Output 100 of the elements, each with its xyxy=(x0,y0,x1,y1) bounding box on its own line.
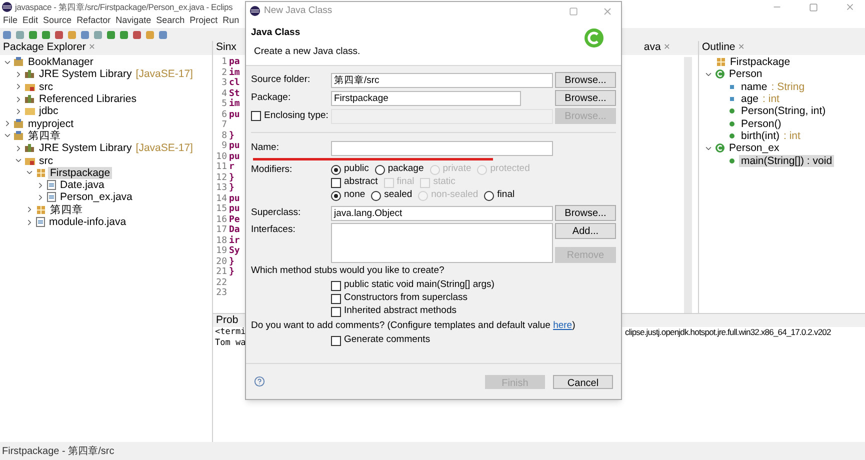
menu-item[interactable]: Source xyxy=(43,14,72,28)
checkbox-label: Enclosing type: xyxy=(264,108,328,123)
field-label: Modifiers: xyxy=(251,163,294,176)
maximize-icon[interactable] xyxy=(809,2,818,12)
checkbox[interactable] xyxy=(331,306,341,316)
tree-item[interactable]: BookManager xyxy=(26,56,96,68)
tree-item[interactable]: Date.java xyxy=(58,179,106,192)
tree-item[interactable]: src xyxy=(37,80,55,93)
radio-button[interactable] xyxy=(484,190,494,200)
expand-chevron-icon[interactable] xyxy=(25,205,34,214)
dialog-title: New Java Class xyxy=(264,4,332,18)
line-number: 5 xyxy=(220,99,228,110)
checkbox[interactable] xyxy=(251,111,261,121)
folder-icon xyxy=(25,156,35,166)
status-text: Firstpackage - 第四章/src xyxy=(2,444,114,458)
tree-item[interactable]: Referenced Libraries xyxy=(37,93,138,106)
expand-chevron-icon[interactable] xyxy=(3,119,12,128)
help-icon[interactable] xyxy=(254,376,265,387)
line-number: 7 xyxy=(220,120,228,130)
tree-item[interactable]: 第四章 xyxy=(26,130,63,142)
menu-item[interactable]: Run xyxy=(222,14,240,28)
menu-item[interactable]: File xyxy=(3,14,18,28)
menu-item[interactable]: Refactor xyxy=(76,14,111,28)
checkbox-label: public static void main(String[] args) xyxy=(344,278,494,292)
line-number: 13 xyxy=(215,183,228,194)
tree-item[interactable]: 第四章 xyxy=(48,204,85,216)
line-number: 4 xyxy=(220,88,228,99)
view-tab[interactable]: Prob xyxy=(216,312,238,328)
expand-chevron-icon[interactable] xyxy=(14,70,23,79)
editor-tab[interactable]: Sinx xyxy=(216,40,236,56)
expand-chevron-icon[interactable] xyxy=(14,144,23,153)
tree-item[interactable]: Firstpackage xyxy=(728,56,792,68)
menu-item[interactable]: Edit xyxy=(22,14,38,28)
tree-item[interactable]: Person(String, int) xyxy=(739,105,828,118)
expand-chevron-icon[interactable] xyxy=(36,180,45,190)
tree-item[interactable]: name xyxy=(739,80,770,93)
menu-item[interactable]: Project xyxy=(190,14,218,28)
radio-button[interactable] xyxy=(331,164,341,174)
tree-item[interactable]: birth(int) xyxy=(739,130,782,142)
list-action-button[interactable]: Add... xyxy=(555,223,616,239)
tree-item[interactable]: Person xyxy=(727,68,764,80)
package-icon xyxy=(716,57,726,68)
dialog-description: Create a new Java class. xyxy=(253,45,362,59)
option-label: none xyxy=(344,188,366,202)
dialog-heading: Java Class xyxy=(251,26,302,40)
view-tab[interactable]: Outline xyxy=(702,40,736,56)
option-label: abstract xyxy=(344,175,378,190)
tree-item[interactable]: Person() xyxy=(739,118,784,130)
expand-chevron-icon[interactable] xyxy=(14,94,23,104)
folder-icon xyxy=(25,106,35,116)
radio-button[interactable] xyxy=(374,164,385,174)
checkbox[interactable] xyxy=(331,178,341,188)
code-text: pa xyxy=(229,57,240,68)
view-tab[interactable]: Package Explorer xyxy=(3,40,86,56)
code-text: Da xyxy=(229,225,240,236)
radio-button[interactable] xyxy=(331,190,341,200)
checkbox[interactable] xyxy=(331,280,341,290)
tree-item[interactable]: myproject xyxy=(26,118,76,130)
field-label: Source folder: xyxy=(251,72,312,87)
expand-chevron-icon[interactable] xyxy=(36,192,45,202)
radio-button[interactable] xyxy=(371,190,382,200)
tree-item[interactable]: Firstpackage xyxy=(48,166,112,179)
browse-button[interactable]: Browse... xyxy=(555,72,616,88)
tree-item[interactable]: JRE System Library xyxy=(37,142,134,154)
file-icon xyxy=(36,217,45,227)
expand-chevron-icon[interactable] xyxy=(14,82,23,92)
input-field[interactable]: java.lang.Object xyxy=(331,206,553,220)
expand-chevron-icon[interactable] xyxy=(25,218,34,226)
checkbox[interactable] xyxy=(331,294,341,304)
tree-item-detail: [JavaSE-17] xyxy=(136,142,193,154)
input-field[interactable] xyxy=(331,141,553,156)
checkbox[interactable] xyxy=(331,336,341,346)
menu-item[interactable]: Navigate xyxy=(116,14,152,28)
tree-item[interactable]: src xyxy=(37,154,55,167)
editor-tab[interactable]: ava xyxy=(644,40,661,56)
tree-item[interactable]: main(String[]) : void xyxy=(739,154,834,167)
browse-button[interactable]: Browse... xyxy=(555,90,616,106)
window-title: javaspace - 第四章/src/Firstpackage/Person_ex.java - Eclips xyxy=(15,0,233,14)
tree-item[interactable]: Person_ex xyxy=(727,142,782,154)
menu-item[interactable]: Search xyxy=(156,14,185,28)
expand-chevron-icon[interactable] xyxy=(14,106,23,116)
line-number: 16 xyxy=(215,214,228,225)
line-number: 23 xyxy=(215,288,228,298)
input-field[interactable]: 第四章/src xyxy=(331,72,553,88)
line-number: 18 xyxy=(215,236,228,246)
tree-item[interactable]: module-info.java xyxy=(47,216,128,228)
console-text: <termi xyxy=(215,326,246,338)
field-label: Interfaces: xyxy=(251,223,296,237)
code-text: r xyxy=(229,162,234,172)
tree-item[interactable]: age xyxy=(739,93,761,106)
close-icon[interactable] xyxy=(845,2,855,12)
input-field[interactable]: Firstpackage xyxy=(331,90,521,106)
line-number: 11 xyxy=(215,162,228,172)
here-link[interactable]: here xyxy=(553,320,572,331)
tree-item[interactable]: jdbc xyxy=(37,105,60,118)
browse-button[interactable]: Browse... xyxy=(555,205,616,221)
code-text: pu xyxy=(229,152,240,162)
dialog-button[interactable]: Cancel xyxy=(553,374,613,388)
tree-item[interactable]: Person_ex.java xyxy=(58,191,134,204)
tree-item[interactable]: JRE System Library xyxy=(37,68,134,80)
